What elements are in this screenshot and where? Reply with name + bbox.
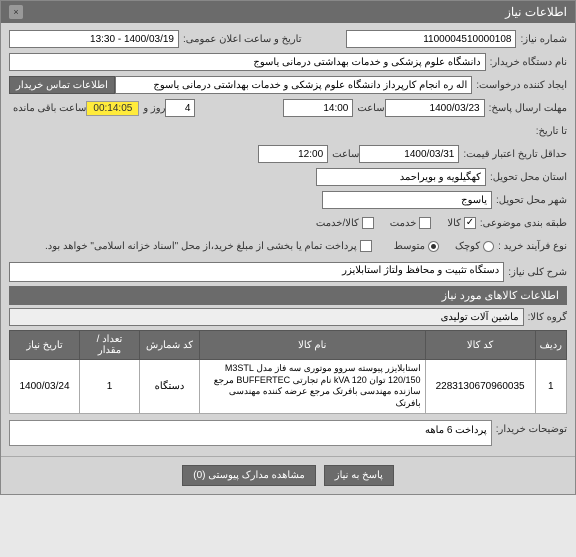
cell-unit: دستگاه <box>140 360 200 414</box>
min-valid-time-field: 12:00 <box>258 145 328 163</box>
cell-idx: 1 <box>535 360 566 414</box>
service-label: خدمت <box>390 218 417 229</box>
titlebar: اطلاعات نیاز × <box>1 1 575 23</box>
attachments-button[interactable]: مشاهده مدارک پیوستی (0) <box>182 465 316 486</box>
time-label-1: ساعت <box>357 103 384 114</box>
table-header-row: ردیف کد کالا نام کالا کد شمارش تعداد / م… <box>10 331 567 360</box>
deadline-date-field: 1400/03/23 <box>385 99 485 117</box>
remain-days: 4 <box>165 99 195 117</box>
desc-field[interactable]: دستگاه تثبیت و محافظ ولتاژ استابلایزر <box>9 262 504 282</box>
remain-label: ساعت باقی مانده <box>13 103 86 114</box>
time-label-2: ساعت <box>332 149 359 160</box>
city-field: یاسوج <box>322 191 492 209</box>
col-idx: ردیف <box>535 331 566 360</box>
cell-code: 2283130670960035 <box>425 360 535 414</box>
cell-qty: 1 <box>80 360 140 414</box>
group-label: گروه کالا: <box>528 312 567 323</box>
goods-service-label: کالا/خدمت <box>316 218 359 229</box>
buyer-field: دانشگاه علوم پزشکی و خدمات بهداشتی درمان… <box>9 53 486 71</box>
small-label: کوچک <box>455 241 480 252</box>
need-no-field: 1100004510000108 <box>346 30 516 48</box>
col-date: تاریخ نیاز <box>10 331 80 360</box>
items-section-header: اطلاعات کالاهای مورد نیاز <box>9 286 567 305</box>
buyer-notes-label: توضیحات خریدار: <box>496 420 567 435</box>
deadline-time-field: 14:00 <box>283 99 353 117</box>
col-qty: تعداد / مقدار <box>80 331 140 360</box>
min-valid-label: حداقل تاریخ اعتبار قیمت: <box>463 149 567 160</box>
goods-label: کالا <box>447 218 461 229</box>
goods-checkbox[interactable] <box>464 217 476 229</box>
small-radio[interactable] <box>483 241 494 252</box>
col-code: کد کالا <box>425 331 535 360</box>
contact-button[interactable]: اطلاعات تماس خریدار <box>9 76 115 94</box>
buyer-label: نام دستگاه خریدار: <box>490 57 567 68</box>
table-row[interactable]: 1 2283130670960035 استابلایزر پیوسته سرو… <box>10 360 567 414</box>
medium-radio[interactable] <box>428 241 439 252</box>
countdown-timer: 00:14:05 <box>86 101 139 116</box>
window: اطلاعات نیاز × شماره نیاز: 1100004510000… <box>0 0 576 495</box>
close-icon[interactable]: × <box>9 5 23 19</box>
treasury-checkbox[interactable] <box>360 240 372 252</box>
service-checkbox[interactable] <box>419 217 431 229</box>
window-title: اطلاعات نیاز <box>505 5 567 19</box>
day-label: روز و <box>143 103 165 114</box>
need-no-label: شماره نیاز: <box>520 34 567 45</box>
medium-label: متوسط <box>394 241 425 252</box>
cell-date: 1400/03/24 <box>10 360 80 414</box>
until-label: تا تاریخ: <box>536 126 567 137</box>
reply-button[interactable]: پاسخ به نیاز <box>324 465 394 486</box>
footer: پاسخ به نیاز مشاهده مدارک پیوستی (0) <box>1 456 575 494</box>
form-area: شماره نیاز: 1100004510000108 تاریخ و ساع… <box>1 23 575 450</box>
buyer-notes-box: پرداخت 6 ماهه <box>9 420 492 446</box>
payment-note: پرداخت تمام یا بخشی از مبلغ خرید،از محل … <box>45 241 357 252</box>
creator-field: اله ره انجام کارپرداز دانشگاه علوم پزشکی… <box>115 76 472 94</box>
creator-label: ایجاد کننده درخواست: <box>476 80 567 91</box>
goods-service-checkbox[interactable] <box>362 217 374 229</box>
cell-name: استابلایزر پیوسته سروو موتوری سه فاز مدل… <box>200 360 426 414</box>
items-table: ردیف کد کالا نام کالا کد شمارش تعداد / م… <box>9 330 567 414</box>
city-label: شهر محل تحویل: <box>496 195 567 206</box>
province-label: استان محل تحویل: <box>490 172 567 183</box>
window-controls: × <box>9 5 23 19</box>
announce-field: 1400/03/19 - 13:30 <box>9 30 179 48</box>
desc-label: شرح کلی نیاز: <box>508 267 567 278</box>
min-valid-date-field: 1400/03/31 <box>359 145 459 163</box>
deadline-label: مهلت ارسال پاسخ: <box>489 103 567 114</box>
announce-label: تاریخ و ساعت اعلان عمومی: <box>183 34 302 45</box>
group-field: ماشین آلات تولیدی <box>9 308 524 326</box>
budget-label: طبقه بندی موضوعی: <box>480 218 567 229</box>
col-name: نام کالا <box>200 331 426 360</box>
process-label: نوع فرآیند خرید : <box>498 241 567 252</box>
province-field: کهگیلویه و بویراحمد <box>316 168 486 186</box>
col-unit: کد شمارش <box>140 331 200 360</box>
